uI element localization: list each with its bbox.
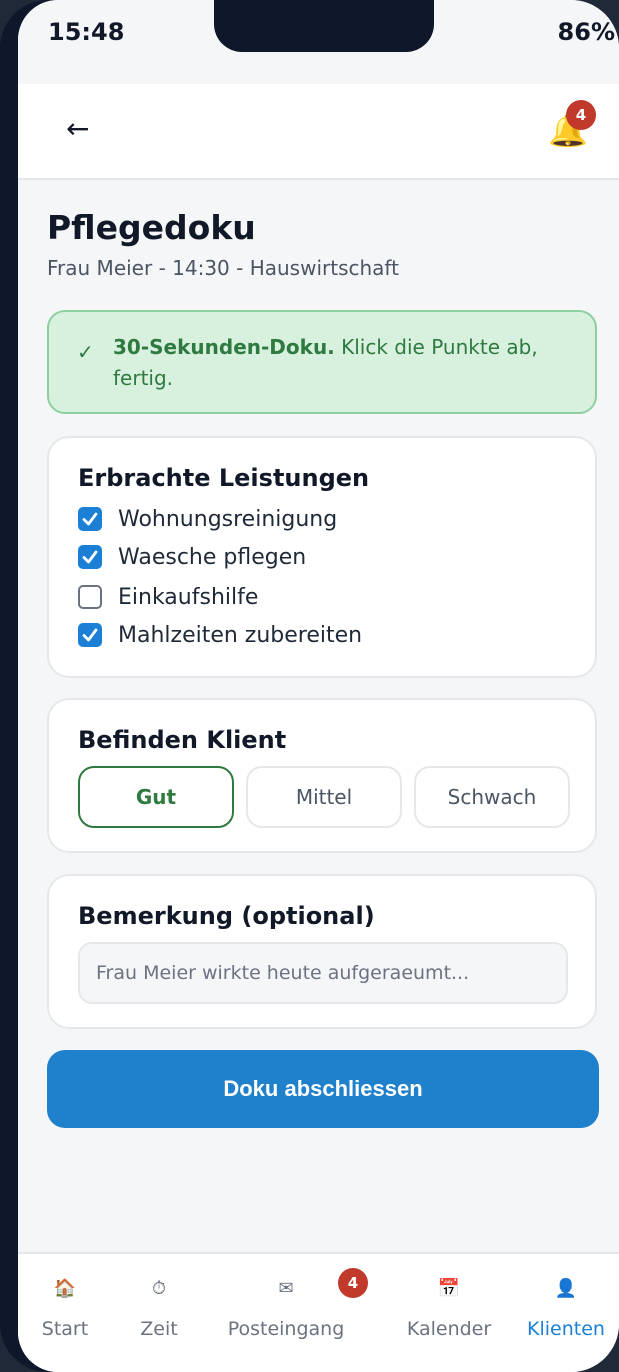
- services-card: Erbrachte Leistungen Wohnungsreinigung W…: [47, 436, 597, 678]
- service-checkbox-row[interactable]: Wohnungsreinigung: [78, 504, 337, 534]
- notch: [214, 0, 434, 52]
- tab-label: Klienten: [527, 1318, 605, 1340]
- calendar-icon: 📅: [437, 1278, 461, 1299]
- back-arrow-icon[interactable]: ←: [66, 112, 89, 145]
- tab-label: Kalender: [406, 1318, 492, 1340]
- checkbox-checked-icon[interactable]: [78, 507, 102, 531]
- tip-text: 30-Sekunden-Doku. Klick die Punkte ab, f…: [113, 332, 573, 394]
- tab-posteingang[interactable]: ✉ Posteingang: [210, 1254, 362, 1372]
- checkbox-checked-icon[interactable]: [78, 545, 102, 569]
- page-title: Pflegedoku: [47, 208, 256, 247]
- condition-option-mittel[interactable]: Mittel: [246, 766, 402, 828]
- checkbox-unchecked-icon[interactable]: [78, 585, 102, 609]
- service-checkbox-row[interactable]: Waesche pflegen: [78, 542, 306, 572]
- condition-option-gut[interactable]: Gut: [78, 766, 234, 828]
- remark-input[interactable]: Frau Meier wirkte heute aufgeraeumt...: [78, 942, 568, 1004]
- service-label: Einkaufshilfe: [118, 584, 259, 610]
- service-checkbox-row[interactable]: Einkaufshilfe: [78, 582, 258, 612]
- service-label: Wohnungsreinigung: [118, 506, 338, 532]
- submit-button[interactable]: Doku abschliessen: [47, 1050, 599, 1128]
- user-icon: 👤: [554, 1278, 578, 1299]
- service-label: Mahlzeiten zubereiten: [118, 622, 363, 648]
- tab-kalender[interactable]: 📅 Kalender: [386, 1254, 512, 1372]
- checkbox-checked-icon[interactable]: [78, 623, 102, 647]
- condition-title: Befinden Klient: [78, 726, 287, 754]
- screen: 15:48 86% ← 🔔 4 Pflegedoku Frau Meier - …: [18, 0, 619, 1372]
- notifications-button[interactable]: 🔔 4: [548, 100, 596, 152]
- remark-card: Bemerkung (optional) Frau Meier wirkte h…: [47, 874, 597, 1029]
- top-bar: ← 🔔 4: [18, 84, 619, 180]
- tip-banner: ✓ 30-Sekunden-Doku. Klick die Punkte ab,…: [47, 310, 597, 414]
- stopwatch-icon: ⏱: [151, 1278, 167, 1299]
- phone-frame: 15:48 86% ← 🔔 4 Pflegedoku Frau Meier - …: [0, 0, 619, 1372]
- tab-label: Posteingang: [227, 1318, 345, 1340]
- condition-option-schwach[interactable]: Schwach: [414, 766, 570, 828]
- service-label: Waesche pflegen: [118, 544, 307, 570]
- services-title: Erbrachte Leistungen: [78, 464, 370, 492]
- condition-card: Befinden Klient Gut Mittel Schwach: [47, 698, 597, 853]
- notification-badge: 4: [566, 100, 596, 130]
- tab-bar: 🏠 Start ⏱ Zeit ✉ Posteingang 4 📅 Kalende…: [18, 1252, 619, 1372]
- tab-zeit[interactable]: ⏱ Zeit: [112, 1254, 206, 1372]
- inbox-badge: 4: [338, 1268, 368, 1298]
- tip-bold: 30-Sekunden-Doku.: [113, 335, 335, 359]
- tab-label: Zeit: [140, 1318, 178, 1340]
- check-icon: ✓: [77, 340, 94, 364]
- service-checkbox-row[interactable]: Mahlzeiten zubereiten: [78, 620, 362, 650]
- status-battery: 86%: [557, 18, 615, 46]
- tab-start[interactable]: 🏠 Start: [18, 1254, 112, 1372]
- page-subtitle: Frau Meier - 14:30 - Hauswirtschaft: [47, 256, 399, 280]
- tab-label: Start: [41, 1318, 89, 1340]
- status-time: 15:48: [48, 18, 125, 46]
- tab-klienten[interactable]: 👤 Klienten: [518, 1254, 614, 1372]
- remark-title: Bemerkung (optional): [78, 902, 375, 930]
- home-icon: 🏠: [53, 1278, 77, 1299]
